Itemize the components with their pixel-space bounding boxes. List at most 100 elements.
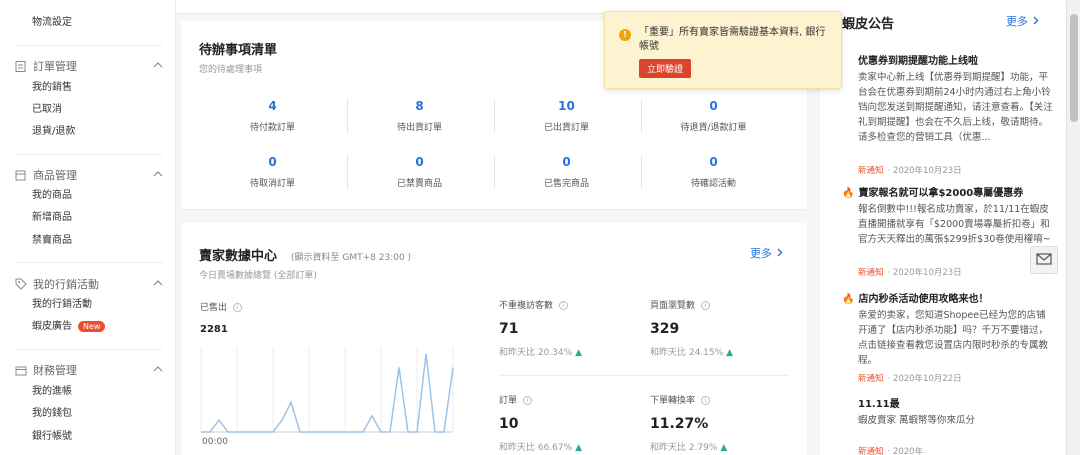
todo-item-banned[interactable]: 0 已禁賣商品 — [346, 155, 493, 189]
data-center-title: 賣家數據中心 — [199, 249, 278, 264]
todo-count: 0 — [268, 155, 277, 169]
metric-label: 頁面瀏覽數 — [650, 301, 696, 311]
info-icon[interactable]: i — [701, 301, 711, 310]
announcement-item[interactable]: 🔥 賣家報名就可以拿$2000專屬優惠券 報名倒數中!!!報名成功賣家，於11/1… — [842, 184, 1054, 278]
sidebar-group-orders[interactable]: 訂單管理 — [14, 58, 163, 74]
tag-icon — [14, 278, 27, 291]
todo-label: 待確認活動 — [690, 179, 736, 189]
announcement-body: 蝦皮賣家 萬蝦幣等你來瓜分 — [858, 415, 976, 426]
sidebar-group-products[interactable]: 商品管理 — [14, 167, 163, 183]
sidebar-item-add-product[interactable]: 新增商品 — [32, 211, 72, 225]
todo-item-pending-campaign[interactable]: 0 待確認活動 — [640, 155, 787, 189]
todo-count: 8 — [415, 99, 424, 113]
announcement-item[interactable]: 🔥 店内秒杀活动使用攻略来也！ 亲爱的卖家，您知道Shopee已经为您的店铺开通了… — [842, 290, 1054, 384]
announcement-meta: 新通知 · 2020年10月23日 — [858, 268, 962, 278]
sidebar-item-wallet[interactable]: 我的錢包 — [32, 407, 72, 421]
announcement-meta: 新通知 · 2020年10月22日 — [858, 374, 962, 384]
todo-count: 10 — [558, 99, 575, 113]
metric-unique-visitors: 不重複訪客數 i 71 和昨天比 20.34% ▲ — [499, 298, 582, 358]
arrow-up-icon: ▲ — [575, 443, 582, 453]
chevron-up-icon[interactable] — [153, 363, 163, 376]
announcements-panel: 蝦皮公告 更多 优惠券到期提醒功能上线啦 卖家中心新上线【优惠券到期提醒】功能，… — [820, 0, 1066, 455]
metric-value: 10 — [499, 416, 519, 432]
sidebar-item-label: 蝦皮廣告 — [32, 321, 72, 332]
wallet-icon — [14, 364, 27, 377]
announcement-title: 店内秒杀活动使用攻略来也！ — [858, 294, 989, 305]
todo-item-sold-out[interactable]: 0 已售完商品 — [493, 155, 640, 189]
metric-orders: 訂單 i 10 和昨天比 66.67% ▲ — [499, 393, 582, 453]
new-tag: 新通知 — [858, 374, 884, 384]
sales-series-line — [201, 353, 454, 433]
divider — [14, 45, 163, 46]
sidebar-item-income[interactable]: 我的進帳 — [32, 385, 72, 399]
todo-label: 已出貨訂單 — [543, 123, 589, 133]
info-icon[interactable]: i — [233, 303, 243, 312]
metric-compare: 和昨天比 66.67% — [499, 443, 573, 453]
important-notice-popup: ! 「重要」所有賣家皆需驗證基本資料, 銀行帳號 立即驗證 — [604, 11, 842, 89]
chevron-up-icon[interactable] — [153, 59, 163, 72]
box-icon — [14, 169, 27, 182]
metric-conversion-rate: 下單轉換率 i 11.27% 和昨天比 2.79% ▲ — [650, 393, 727, 453]
metric-value: 11.27% — [650, 416, 709, 432]
new-tag: 新通知 — [858, 166, 884, 176]
announcement-item[interactable]: 11.11最 蝦皮賣家 萬蝦幣等你來瓜分 新通知 · 2020年 — [858, 395, 1054, 455]
sidebar-item-my-campaigns[interactable]: 我的行銷活動 — [32, 298, 92, 312]
sidebar-item-shopee-ads[interactable]: 蝦皮廣告 New — [32, 320, 106, 334]
todo-item-to-ship[interactable]: 8 待出貨訂單 — [346, 99, 493, 133]
sidebar: 物流設定 訂單管理 我的銷售 已取消 退貨/退款 商品管理 我的商品 新增商品 … — [0, 0, 176, 455]
info-icon[interactable]: i — [701, 396, 711, 405]
todo-item-pending-cancel[interactable]: 0 待取消訂單 — [199, 155, 346, 189]
info-icon[interactable]: i — [559, 301, 569, 310]
metric-value: 329 — [650, 321, 680, 337]
todo-item-shipped[interactable]: 10 已出貨訂單 — [493, 99, 640, 133]
announcement-date: 2020年 — [892, 447, 924, 455]
page-scrollbar[interactable] — [1066, 0, 1080, 455]
todo-item-returns[interactable]: 0 待退貨/退款訂單 — [640, 99, 787, 133]
envelope-icon — [1036, 252, 1052, 268]
metric-compare: 和昨天比 20.34% — [499, 348, 573, 358]
mail-float-button[interactable] — [1030, 246, 1058, 274]
todo-label: 待出貨訂單 — [396, 123, 442, 133]
sidebar-group-marketing[interactable]: 我的行銷活動 — [14, 276, 163, 292]
sidebar-item-banned-products[interactable]: 禁賣商品 — [32, 234, 72, 248]
metric-label: 不重複訪客數 — [499, 301, 554, 311]
divider — [14, 262, 163, 263]
announcement-title: 优惠券到期提醒功能上线啦 — [858, 56, 978, 67]
announcement-date: 2020年10月22日 — [892, 374, 962, 384]
announcement-title: 11.11最 — [858, 399, 900, 410]
info-icon[interactable]: i — [523, 396, 533, 405]
sidebar-item-logistics[interactable]: 物流設定 — [32, 16, 72, 30]
sidebar-item-my-sales[interactable]: 我的銷售 — [32, 81, 72, 95]
new-tag: 新通知 — [858, 268, 884, 278]
todo-item-unpaid[interactable]: 4 待付款訂單 — [199, 99, 346, 133]
sidebar-group-label: 財務管理 — [33, 364, 77, 377]
sidebar-item-returns[interactable]: 退貨/退款 — [32, 125, 75, 139]
scrollbar-thumb[interactable] — [1070, 14, 1078, 122]
announcements-more-link[interactable]: 更多 — [1006, 13, 1039, 29]
metric-label: 下單轉換率 — [650, 396, 696, 406]
chevron-up-icon[interactable] — [153, 277, 163, 290]
sidebar-item-bank-account[interactable]: 銀行帳號 — [32, 430, 72, 444]
todo-label: 待退貨/退款訂單 — [680, 123, 747, 133]
sidebar-item-my-products[interactable]: 我的商品 — [32, 189, 72, 203]
data-center-card: 賣家數據中心 (顯示資料至 GMT+8 23:00 ) 今日賣場數據總覽 (全部… — [181, 223, 807, 455]
chevron-right-icon — [1032, 15, 1039, 28]
data-center-more-link[interactable]: 更多 — [750, 245, 783, 261]
data-center-subtitle: 今日賣場數據總覽 (全部訂單) — [199, 271, 317, 281]
announcement-date: 2020年10月23日 — [892, 166, 962, 176]
warning-icon: ! — [619, 29, 631, 41]
sidebar-item-cancelled[interactable]: 已取消 — [32, 103, 62, 117]
metric-label: 訂單 — [499, 396, 518, 406]
announcement-item[interactable]: 优惠券到期提醒功能上线啦 卖家中心新上线【优惠券到期提醒】功能，平台会在优惠券到… — [858, 52, 1054, 176]
todo-count: 0 — [709, 155, 718, 169]
chevron-up-icon[interactable] — [153, 168, 163, 181]
metric-compare: 和昨天比 24.15% — [650, 348, 724, 358]
todo-label: 待取消訂單 — [249, 179, 295, 189]
sidebar-group-finance[interactable]: 財務管理 — [14, 362, 163, 378]
sidebar-group-label: 商品管理 — [33, 169, 77, 182]
sidebar-group-label: 訂單管理 — [33, 60, 77, 73]
announcement-body: 亲爱的卖家，您知道Shopee已经为您的店铺开通了【店内秒杀功能】吗？千万不要错… — [858, 310, 1049, 366]
verify-now-button[interactable]: 立即驗證 — [639, 59, 692, 78]
chevron-right-icon — [776, 247, 783, 260]
fire-icon: 🔥 — [842, 188, 855, 199]
